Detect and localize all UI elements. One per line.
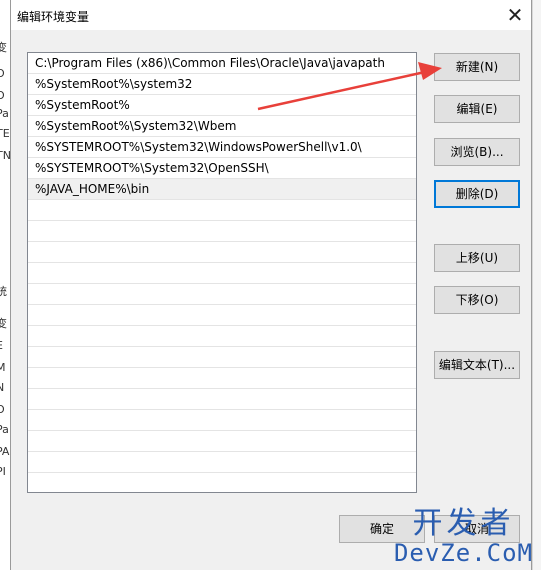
move-down-button[interactable]: 下移(O) (434, 286, 520, 314)
bg-label: 统 (0, 286, 7, 298)
list-item[interactable]: %SYSTEMROOT%\System32\WindowsPowerShell\… (28, 137, 416, 158)
bg-label: O (0, 90, 5, 102)
close-icon[interactable]: ✕ (503, 3, 527, 27)
ok-button[interactable]: 确定 (339, 515, 425, 543)
list-item[interactable]: C:\Program Files (x86)\Common Files\Orac… (28, 53, 416, 74)
title-bar: 编辑环境变量 ✕ (11, 0, 531, 30)
list-item-selected[interactable]: %JAVA_HOME%\bin (28, 179, 416, 200)
list-item[interactable] (28, 368, 416, 389)
bg-label: O (0, 404, 5, 416)
path-list[interactable]: C:\Program Files (x86)\Common Files\Orac… (27, 52, 417, 493)
list-item[interactable]: %SystemRoot% (28, 95, 416, 116)
edit-button[interactable]: 编辑(E) (434, 95, 520, 123)
cancel-button[interactable]: 取消 (434, 515, 520, 543)
list-item[interactable] (28, 263, 416, 284)
edit-text-button[interactable]: 编辑文本(T)... (434, 351, 520, 379)
bg-label: E (0, 340, 3, 352)
list-item[interactable] (28, 284, 416, 305)
bg-label: 变 (0, 42, 7, 54)
dialog-title: 编辑环境变量 (17, 10, 90, 24)
list-item[interactable] (28, 305, 416, 326)
list-item[interactable] (28, 389, 416, 410)
list-item[interactable] (28, 200, 416, 221)
list-item[interactable] (28, 347, 416, 368)
list-item[interactable] (28, 326, 416, 347)
list-item[interactable] (28, 242, 416, 263)
move-up-button[interactable]: 上移(U) (434, 244, 520, 272)
list-item[interactable] (28, 431, 416, 452)
bg-label: PI (0, 465, 6, 478)
bg-label: Pa (0, 423, 9, 436)
bg-label: N (0, 382, 4, 394)
browse-button[interactable]: 浏览(B)... (434, 138, 520, 166)
bg-label: TE (0, 127, 10, 140)
new-button[interactable]: 新建(N) (434, 53, 520, 81)
bg-label: M (0, 362, 6, 374)
list-item[interactable]: %SystemRoot%\System32\Wbem (28, 116, 416, 137)
list-item[interactable] (28, 410, 416, 431)
background-window-right (532, 0, 541, 570)
bg-label: Pa (0, 107, 9, 120)
list-item[interactable] (28, 452, 416, 473)
bg-label: O (0, 68, 5, 80)
list-item[interactable] (28, 221, 416, 242)
list-item[interactable]: %SYSTEMROOT%\System32\OpenSSH\ (28, 158, 416, 179)
bg-label: 变 (0, 318, 7, 330)
delete-button[interactable]: 删除(D) (434, 180, 520, 208)
list-item[interactable]: %SystemRoot%\system32 (28, 74, 416, 95)
bg-label: PA (0, 445, 10, 458)
edit-environment-variable-dialog: 编辑环境变量 ✕ C:\Program Files (x86)\Common F… (10, 0, 532, 570)
